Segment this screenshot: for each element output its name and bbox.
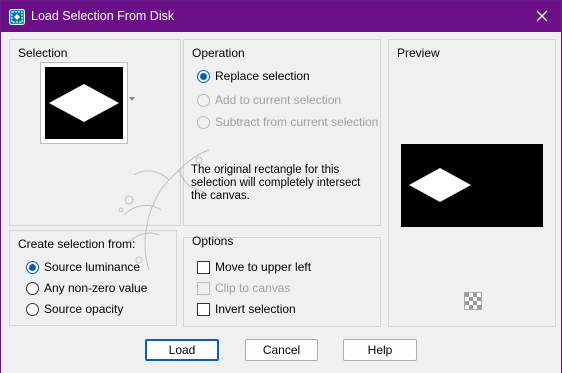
- load-button[interactable]: Load: [145, 339, 219, 361]
- window-title: Load Selection From Disk: [31, 9, 175, 23]
- selection-group-label: Selection: [18, 46, 68, 60]
- selection-thumbnail[interactable]: [40, 62, 128, 144]
- replace-selection-radio[interactable]: Replace selection: [197, 69, 310, 83]
- radio-button-disabled: [197, 115, 210, 129]
- preview-group-label: Preview: [397, 46, 440, 60]
- radio-button-selected[interactable]: [26, 260, 39, 274]
- thumbnail-dropdown-icon[interactable]: [129, 97, 135, 101]
- source-luminance-label: Source luminance: [44, 260, 141, 274]
- add-to-selection-radio: Add to current selection: [197, 93, 341, 107]
- create-selection-from-label: Create selection from:: [18, 237, 136, 251]
- options-group-label: Options: [192, 234, 234, 248]
- invert-selection-checkbox[interactable]: Invert selection: [197, 302, 296, 316]
- subtract-from-selection-label: Subtract from current selection: [215, 115, 379, 129]
- operation-info-text: The original rectangle for this selectio…: [191, 164, 361, 202]
- clip-to-canvas-checkbox: Clip to canvas: [197, 281, 290, 295]
- source-opacity-radio[interactable]: Source opacity: [26, 302, 123, 316]
- options-group: Options Move to upper left Clip to canva…: [183, 234, 381, 327]
- preview-image: [401, 144, 543, 227]
- close-icon: [536, 10, 548, 22]
- close-button[interactable]: [531, 5, 553, 27]
- any-non-zero-value-label: Any non-zero value: [44, 281, 148, 295]
- replace-selection-label: Replace selection: [215, 69, 310, 83]
- operation-group-label: Operation: [192, 46, 245, 60]
- radio-button-selected[interactable]: [197, 69, 210, 83]
- checkerboard-icon[interactable]: [464, 292, 482, 310]
- create-selection-from-group: Create selection from: Source luminance …: [9, 230, 177, 326]
- checkbox[interactable]: [197, 302, 210, 316]
- subtract-from-selection-radio: Subtract from current selection: [197, 115, 378, 129]
- load-selection-dialog: Load Selection From Disk Selection Opera…: [0, 0, 562, 373]
- radio-button-disabled: [197, 93, 210, 107]
- radio-button[interactable]: [26, 302, 39, 316]
- invert-selection-label: Invert selection: [215, 302, 296, 316]
- selection-thumbnail-image: [45, 67, 123, 139]
- operation-group: Operation Replace selection Add to curre…: [183, 39, 381, 226]
- help-button[interactable]: Help: [343, 339, 417, 361]
- selection-app-icon: [9, 9, 25, 25]
- radio-button[interactable]: [26, 281, 39, 295]
- preview-group: Preview: [388, 39, 556, 327]
- cancel-button[interactable]: Cancel: [245, 339, 318, 361]
- dialog-body: Selection Operation Replace selection Ad…: [1, 32, 561, 373]
- selection-group: Selection: [9, 39, 181, 226]
- move-to-upper-left-label: Move to upper left: [215, 260, 312, 274]
- move-to-upper-left-checkbox[interactable]: Move to upper left: [197, 260, 311, 274]
- checkbox[interactable]: [197, 260, 210, 274]
- checkbox-disabled: [197, 281, 210, 295]
- source-luminance-radio[interactable]: Source luminance: [26, 260, 140, 274]
- clip-to-canvas-label: Clip to canvas: [215, 281, 291, 295]
- any-non-zero-value-radio[interactable]: Any non-zero value: [26, 281, 147, 295]
- title-bar[interactable]: Load Selection From Disk: [1, 1, 561, 32]
- add-to-selection-label: Add to current selection: [215, 93, 342, 107]
- source-opacity-label: Source opacity: [44, 302, 124, 316]
